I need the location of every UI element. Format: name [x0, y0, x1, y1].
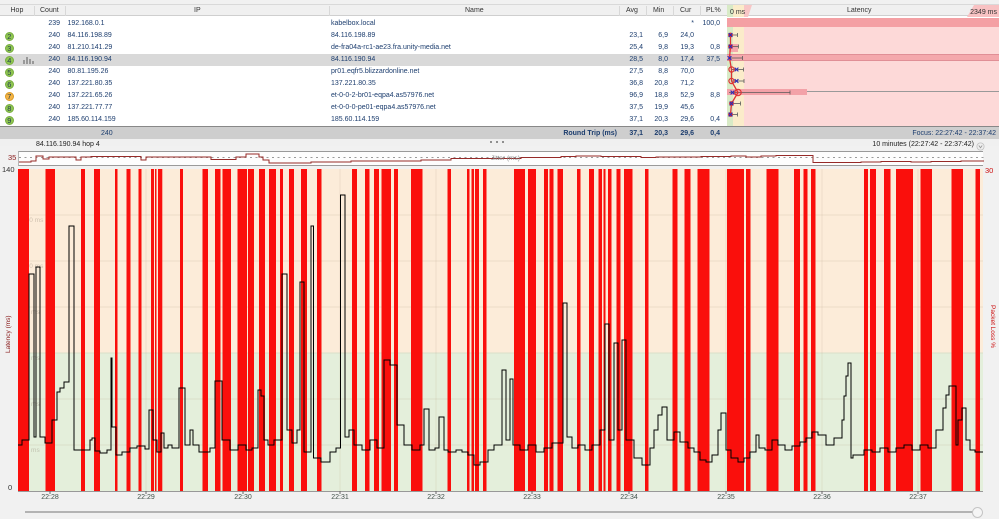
svg-text:22:29: 22:29	[137, 494, 155, 501]
svg-text:Jitter (ms): Jitter (ms)	[491, 155, 520, 162]
svg-text:22:31: 22:31	[331, 494, 349, 501]
svg-text:20 ms: 20 ms	[22, 447, 40, 454]
svg-text:120 ms: 120 ms	[22, 217, 44, 224]
svg-text:2349 ms: 2349 ms	[970, 9, 997, 16]
svg-text:22:34: 22:34	[620, 494, 638, 501]
svg-text:22:30: 22:30	[234, 494, 252, 501]
svg-text:80 ms: 80 ms	[22, 309, 40, 316]
svg-text:22:37: 22:37	[909, 494, 927, 501]
svg-text:0 ms: 0 ms	[730, 9, 746, 16]
svg-text:22:28: 22:28	[41, 494, 59, 501]
svg-text:40 ms: 40 ms	[22, 401, 40, 408]
svg-text:22:35: 22:35	[717, 494, 735, 501]
svg-text:22:32: 22:32	[427, 494, 445, 501]
svg-text:100 ms: 100 ms	[22, 263, 44, 270]
svg-text:60 ms: 60 ms	[22, 355, 40, 362]
svg-text:22:33: 22:33	[523, 494, 541, 501]
svg-text:22:36: 22:36	[813, 494, 831, 501]
